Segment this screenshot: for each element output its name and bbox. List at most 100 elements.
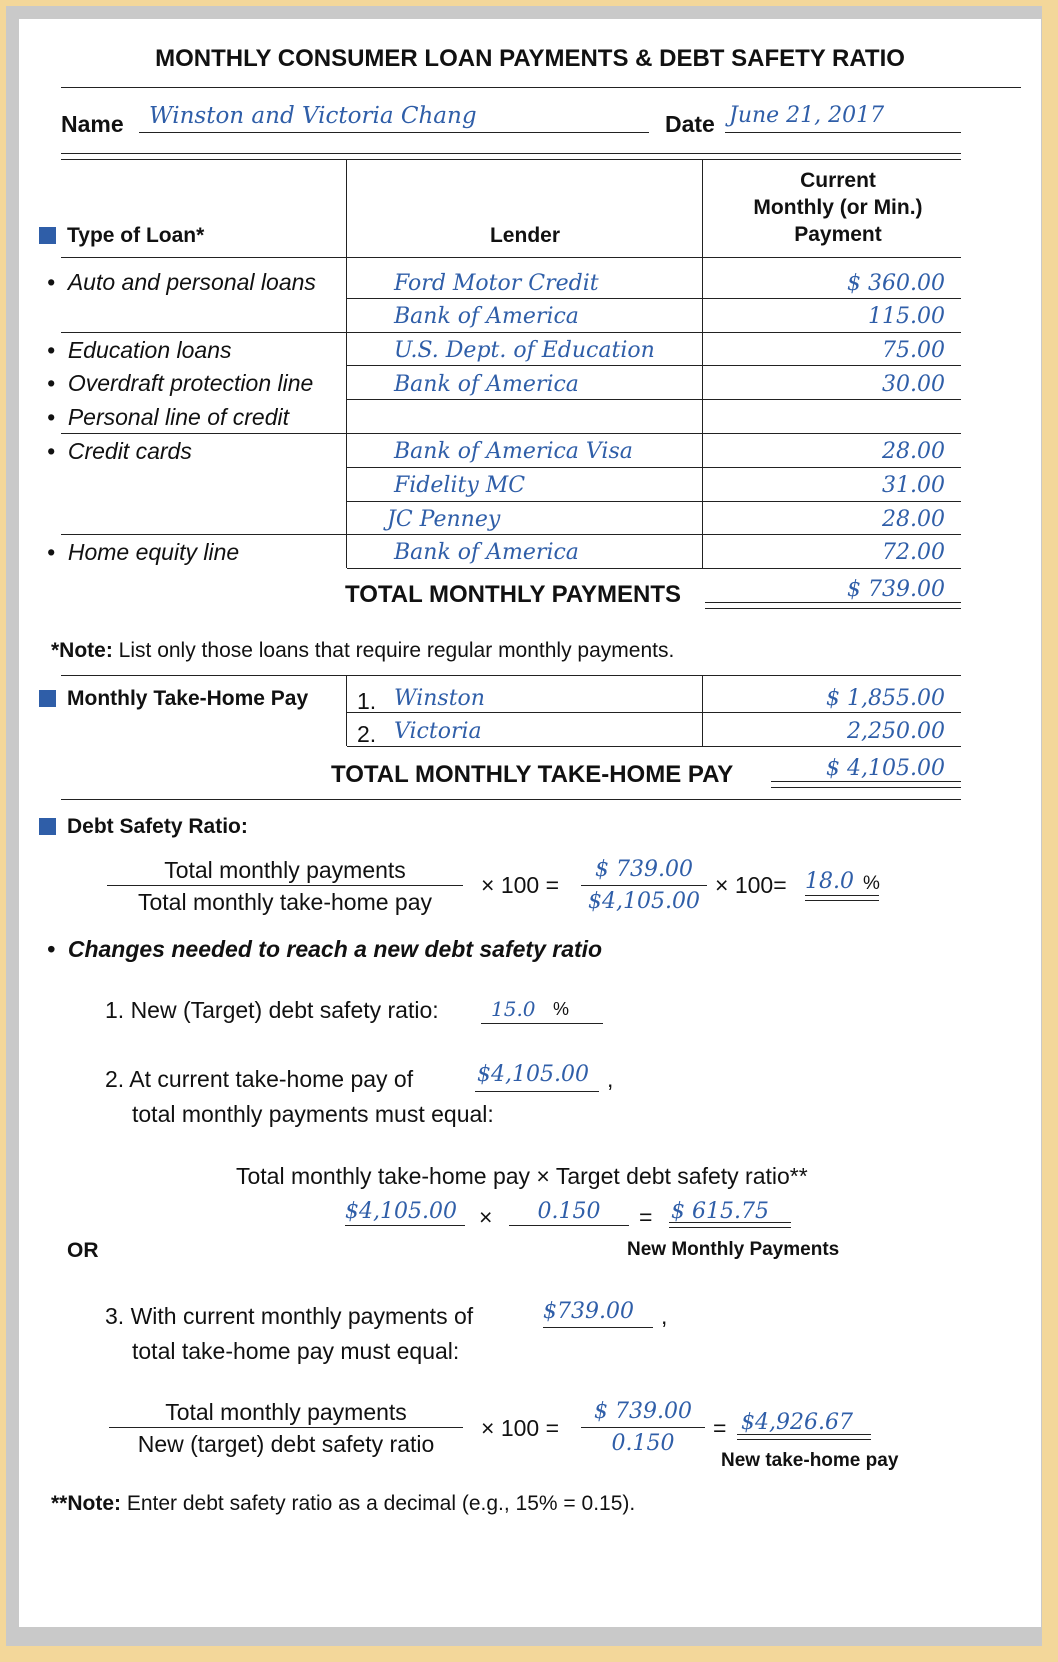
- f3-result[interactable]: $4,926.67: [741, 1410, 853, 1435]
- date-label: Date: [665, 111, 715, 137]
- total-payments-value[interactable]: $ 739.00: [719, 577, 945, 602]
- item3-underline: [543, 1327, 653, 1328]
- note-text: List only those loans that require regul…: [112, 639, 675, 662]
- formula2: Total monthly take-home pay × Target deb…: [236, 1163, 808, 1189]
- payment-cell[interactable]: $ 360.00: [719, 271, 945, 296]
- lender-cell[interactable]: JC Penney: [387, 507, 500, 532]
- lender-cell[interactable]: Bank of America: [394, 540, 579, 565]
- divider: [61, 87, 1021, 88]
- target-ratio-value[interactable]: 15.0: [491, 997, 536, 1021]
- dsr-num-value[interactable]: $ 739.00: [579, 857, 709, 882]
- times-100: × 100 =: [481, 872, 560, 898]
- changes-heading: • Changes needed to reach a new debt saf…: [47, 936, 603, 962]
- column-header-payment-2: Monthly (or Min.): [753, 196, 923, 219]
- payment-cell[interactable]: 28.00: [719, 507, 945, 532]
- row-line: [61, 332, 961, 333]
- dsr-numerator: Total monthly payments: [164, 857, 406, 883]
- loan-type-label: Credit cards: [67, 438, 192, 464]
- f3-denominator: New (target) debt safety ratio: [137, 1431, 435, 1457]
- name-field[interactable]: Winston and Victoria Chang: [149, 103, 477, 129]
- double-rule-top: [61, 153, 961, 154]
- date-field[interactable]: June 21, 2017: [729, 103, 884, 128]
- row-line: [347, 298, 961, 299]
- section-marker-icon: [39, 690, 56, 707]
- takehome-row-name[interactable]: Victoria: [394, 719, 482, 744]
- row-line: [347, 399, 961, 400]
- column-header-lender: Lender: [489, 224, 560, 247]
- total-takehome-label: TOTAL MONTHLY TAKE-HOME PAY: [331, 761, 734, 788]
- payment-cell[interactable]: 30.00: [719, 372, 945, 397]
- note-loans: *Note: List only those loans that requir…: [51, 639, 674, 663]
- fraction-bar: [581, 1427, 705, 1428]
- f2-result[interactable]: $ 615.75: [671, 1199, 769, 1224]
- item3-line2: total take-home pay must equal:: [132, 1338, 460, 1364]
- fraction-bar: [581, 885, 707, 886]
- lender-cell[interactable]: Fidelity MC: [394, 473, 525, 498]
- note-bold: *Note:: [51, 639, 113, 662]
- table-vline-1: [346, 160, 347, 568]
- lender-cell[interactable]: Bank of America: [394, 372, 579, 397]
- payment-cell[interactable]: 75.00: [719, 338, 945, 363]
- row-line: [347, 467, 961, 468]
- section-marker-icon: [39, 818, 56, 835]
- f2-result-label: New Monthly Payments: [627, 1239, 840, 1260]
- section-marker-icon: [39, 227, 56, 244]
- total-takehome-value[interactable]: $ 4,105.00: [719, 756, 945, 781]
- worksheet: MONTHLY CONSUMER LOAN PAYMENTS & DEBT SA…: [19, 19, 1041, 1627]
- percent-sign: %: [863, 873, 880, 894]
- item2-line1: 2. At current take-home pay of: [105, 1066, 414, 1092]
- row-line: [347, 712, 961, 713]
- item2-line2: total monthly payments must equal:: [132, 1101, 494, 1127]
- takehome-row-name[interactable]: Winston: [394, 686, 485, 711]
- f2-ratio[interactable]: 0.150: [509, 1199, 629, 1224]
- times-sign: ×: [479, 1204, 493, 1230]
- comma: ,: [661, 1303, 668, 1329]
- note-text: Enter debt safety ratio as a decimal (e.…: [121, 1492, 636, 1515]
- item3-value[interactable]: $739.00: [543, 1299, 634, 1324]
- total-underline-2: [705, 608, 961, 609]
- column-header-payment-3: Payment: [794, 223, 882, 246]
- payment-cell[interactable]: 31.00: [719, 473, 945, 498]
- row-line: [61, 433, 961, 434]
- f2-underline: [345, 1225, 465, 1226]
- dsr-den-value[interactable]: $4,105.00: [579, 889, 709, 914]
- lender-cell[interactable]: U.S. Dept. of Education: [394, 338, 655, 363]
- f3-numerator: Total monthly payments: [165, 1399, 407, 1425]
- loan-type-label: Education loans: [67, 337, 232, 363]
- takehome-row-num: 1.: [357, 688, 377, 714]
- header-rule: [61, 257, 961, 258]
- equals-sign: =: [639, 1204, 653, 1230]
- lender-cell[interactable]: Bank of America: [394, 304, 579, 329]
- takehome-row-num: 2.: [357, 721, 377, 747]
- payment-cell[interactable]: 115.00: [719, 304, 945, 329]
- takehome-row-amount[interactable]: 2,250.00: [719, 719, 945, 744]
- total-underline-2: [771, 787, 961, 788]
- item1-text: 1. New (Target) debt safety ratio:: [105, 997, 439, 1023]
- loan-type-item: • Credit cards: [47, 438, 192, 464]
- row-line: [347, 501, 961, 502]
- lender-cell[interactable]: Ford Motor Credit: [394, 271, 599, 296]
- total-underline-1: [771, 781, 961, 782]
- name-label: Name: [61, 111, 124, 137]
- page-title: MONTHLY CONSUMER LOAN PAYMENTS & DEBT SA…: [155, 45, 905, 72]
- lender-cell[interactable]: Bank of America Visa: [394, 439, 633, 464]
- result-underline-1: [805, 895, 879, 896]
- dsr-label: Debt Safety Ratio:: [67, 815, 248, 838]
- column-header-payment-1: Current: [800, 169, 876, 192]
- f3-den-value[interactable]: 0.150: [579, 1431, 707, 1456]
- f3-num-value[interactable]: $ 739.00: [579, 1399, 707, 1424]
- f2-takehome[interactable]: $4,105.00: [345, 1199, 457, 1224]
- row-line: [347, 746, 961, 747]
- dsr-result[interactable]: 18.0: [805, 869, 854, 894]
- comma: ,: [607, 1066, 614, 1092]
- column-header-type: Type of Loan*: [67, 224, 205, 247]
- target-underline: [481, 1023, 603, 1024]
- item2-value[interactable]: $4,105.00: [477, 1062, 589, 1087]
- fraction-bar: [107, 885, 463, 886]
- loan-type-label: Overdraft protection line: [67, 370, 314, 396]
- takehome-row-amount[interactable]: $ 1,855.00: [719, 686, 945, 711]
- payment-cell[interactable]: 28.00: [719, 439, 945, 464]
- table-vline-2: [702, 160, 703, 568]
- total-underline-1: [705, 602, 961, 603]
- payment-cell[interactable]: 72.00: [719, 540, 945, 565]
